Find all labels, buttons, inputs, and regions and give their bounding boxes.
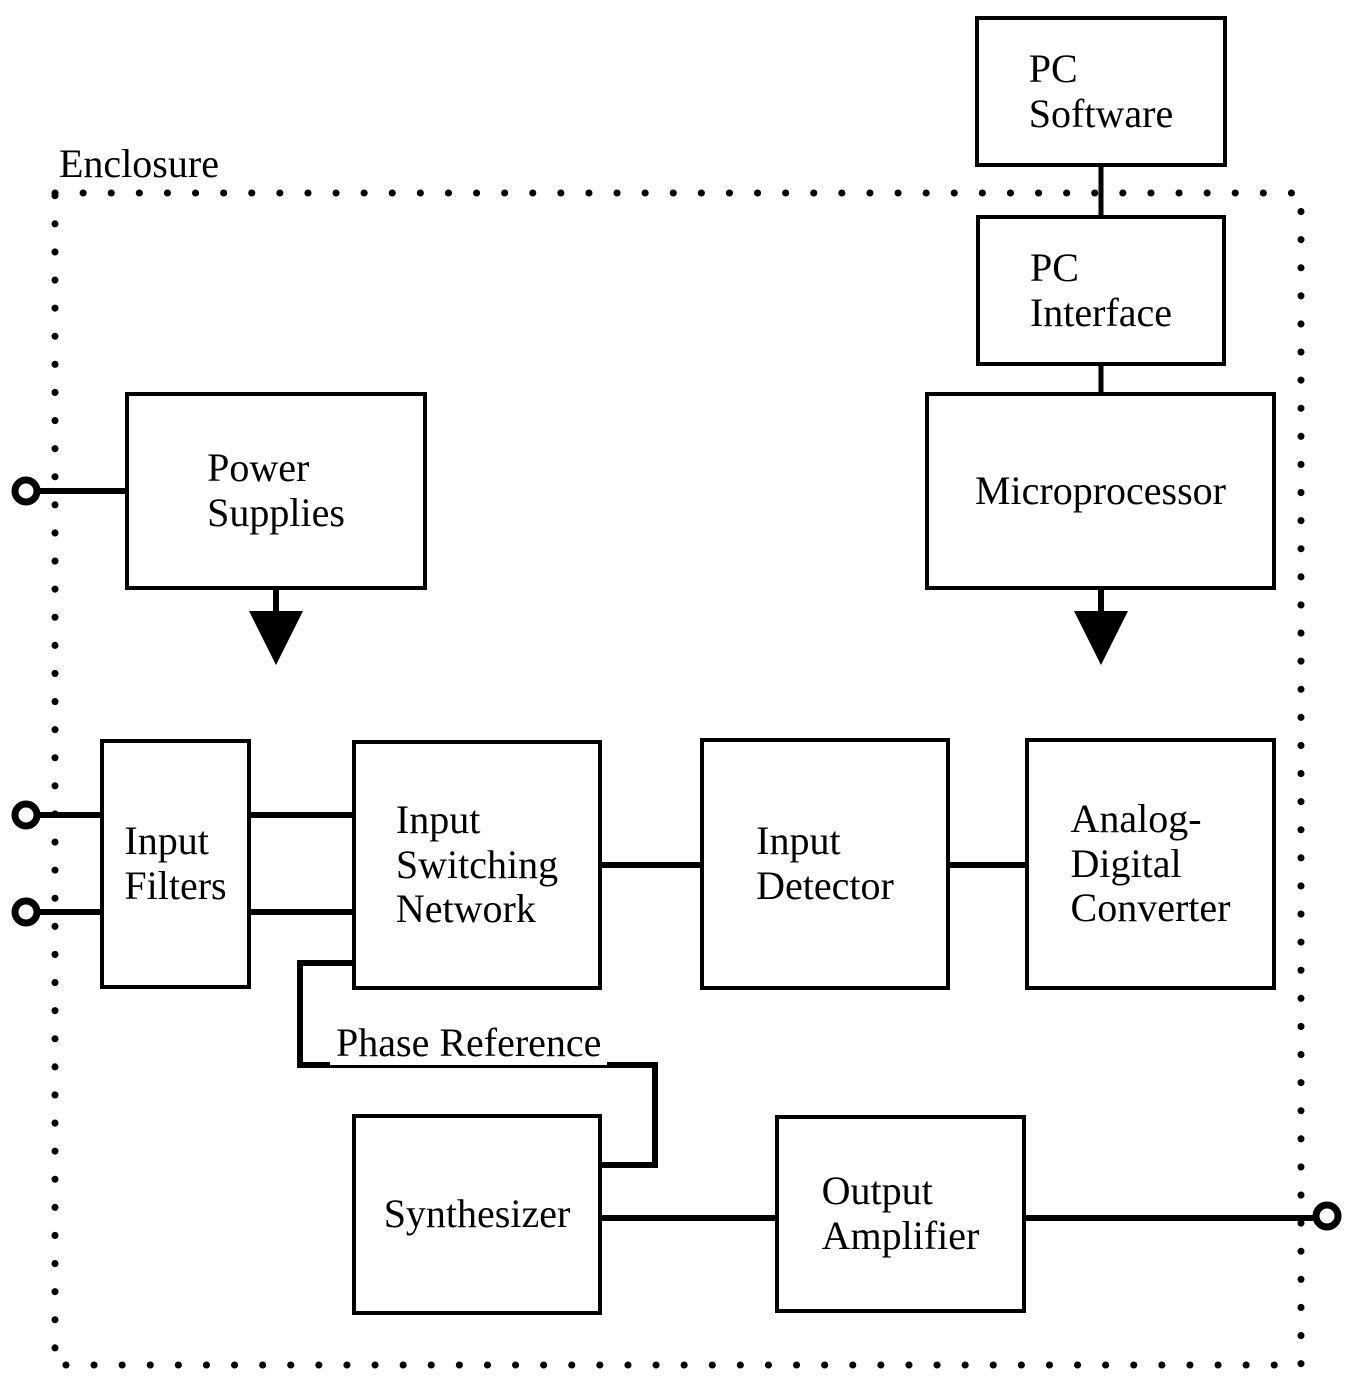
block-pc-software[interactable]: PC Software bbox=[975, 16, 1227, 167]
block-label-input-filters: Input Filters bbox=[124, 818, 227, 908]
block-diagram-canvas: PC Software PC Interface Microprocessor … bbox=[0, 0, 1350, 1383]
block-analog-digital-converter[interactable]: Analog- Digital Converter bbox=[1025, 738, 1276, 990]
block-label-input-detector: Input Detector bbox=[756, 818, 894, 908]
block-label-input-switching-network: Input Switching Network bbox=[395, 796, 559, 932]
block-label-output-amplifier: Output Amplifier bbox=[821, 1168, 980, 1258]
signal-input-terminal-1[interactable] bbox=[11, 800, 41, 830]
block-microprocessor[interactable]: Microprocessor bbox=[925, 392, 1276, 590]
block-label-power-supplies: Power Supplies bbox=[207, 445, 345, 535]
block-label-analog-digital-converter: Analog- Digital Converter bbox=[1070, 795, 1231, 931]
diagram-wires-layer bbox=[11, 167, 1342, 1369]
signal-input-terminal-2[interactable] bbox=[11, 897, 41, 927]
enclosure-label: Enclosure bbox=[55, 142, 223, 186]
block-label-pc-interface: PC Interface bbox=[1029, 244, 1173, 335]
block-input-filters[interactable]: Input Filters bbox=[100, 739, 251, 989]
block-pc-interface[interactable]: PC Interface bbox=[976, 215, 1226, 366]
block-input-detector[interactable]: Input Detector bbox=[700, 738, 950, 990]
block-power-supplies[interactable]: Power Supplies bbox=[125, 392, 427, 590]
block-label-microprocessor: Microprocessor bbox=[974, 467, 1227, 513]
block-synthesizer[interactable]: Synthesizer bbox=[352, 1114, 602, 1315]
block-label-synthesizer: Synthesizer bbox=[383, 1191, 571, 1237]
block-label-pc-software: PC Software bbox=[1028, 45, 1174, 136]
block-output-amplifier[interactable]: Output Amplifier bbox=[775, 1115, 1026, 1313]
block-input-switching-network[interactable]: Input Switching Network bbox=[352, 740, 602, 990]
power-input-terminal[interactable] bbox=[11, 476, 41, 506]
phase-reference-label: Phase Reference bbox=[330, 1021, 608, 1065]
signal-output-terminal[interactable] bbox=[1312, 1201, 1342, 1231]
